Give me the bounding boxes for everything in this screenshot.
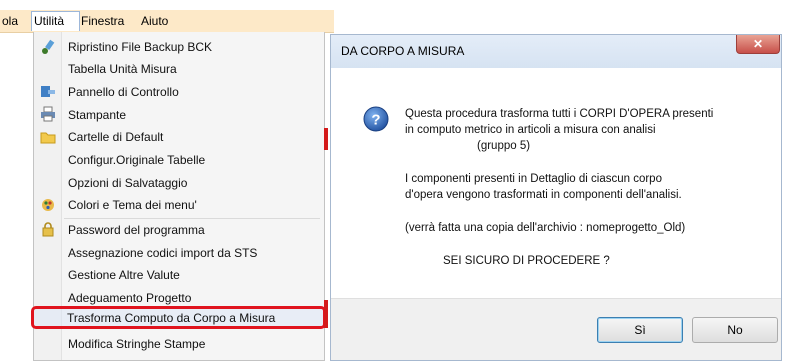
menu-item-password[interactable]: Password del programma xyxy=(68,219,205,241)
menu-item-colori-tema[interactable]: Colori e Tema dei menu' xyxy=(68,194,197,216)
close-button[interactable]: ✕ xyxy=(736,35,780,54)
yes-button[interactable]: Sì xyxy=(597,317,683,343)
restore-icon xyxy=(42,39,55,54)
palette-icon xyxy=(42,199,54,211)
menu-bar: ola Utilità Finestra Aiuto xyxy=(0,10,334,33)
no-button[interactable]: No xyxy=(692,317,778,343)
menu-item-ripristino-backup[interactable]: Ripristino File Backup BCK xyxy=(68,36,212,58)
control-panel-icon xyxy=(41,86,55,97)
menu-item-trasforma-computo[interactable]: Trasforma Computo da Corpo a Misura xyxy=(67,309,275,327)
menu-item-assegnazione-codici[interactable]: Assegnazione codici import da STS xyxy=(68,242,257,264)
folder-icon xyxy=(40,132,56,144)
dialog-message-line: d'opera vengono trasformati in component… xyxy=(405,189,682,201)
menu-aiuto[interactable]: Aiuto xyxy=(141,12,168,30)
dialog-message-line: (gruppo 5) xyxy=(477,140,531,152)
menu-scuola-partial[interactable]: ola xyxy=(2,12,18,30)
lock-icon xyxy=(42,222,54,237)
menu-item-stampante[interactable]: Stampante xyxy=(68,104,126,126)
menu-utilita[interactable]: Utilità xyxy=(31,11,80,31)
menu-item-pannello-controllo[interactable]: Pannello di Controllo xyxy=(68,81,179,103)
dialog-content: ? Questa procedura trasforma tutti i COR… xyxy=(331,68,781,298)
menu-item-opzioni-salvataggio[interactable]: Opzioni di Salvataggio xyxy=(68,172,187,194)
printer-icon xyxy=(41,106,55,122)
dialog-confirm-question: SEI SICURO DI PROCEDERE ? xyxy=(443,255,610,267)
dialog-message-line: in computo metrico in articoli a misura … xyxy=(405,124,656,136)
dialog-button-bar: Sì No xyxy=(331,298,781,360)
question-icon: ? xyxy=(363,106,389,132)
dialog-title: DA CORPO A MISURA xyxy=(341,44,465,58)
menu-item-cartelle-default[interactable]: Cartelle di Default xyxy=(68,126,163,148)
red-mark xyxy=(324,128,328,150)
dialog-titlebar[interactable]: DA CORPO A MISURA ✕ xyxy=(331,35,781,68)
menu-item-modifica-stringhe-stampe[interactable]: Modifica Stringhe Stampe xyxy=(68,333,205,355)
menu-finestra[interactable]: Finestra xyxy=(81,12,124,30)
svg-text:?: ? xyxy=(371,112,380,129)
dialog-message-line: Questa procedura trasforma tutti i CORPI… xyxy=(405,108,714,120)
confirm-dialog: DA CORPO A MISURA ✕ ? Questa procedura t… xyxy=(330,34,782,361)
close-icon: ✕ xyxy=(752,37,764,51)
dialog-message-line: (verrà fatta una copia dell'archivio : n… xyxy=(405,222,686,234)
menu-item-tabella-unita-misura[interactable]: Tabella Unità Misura xyxy=(68,58,177,80)
menu-item-configur-originale-tabelle[interactable]: Configur.Originale Tabelle xyxy=(68,149,205,171)
dialog-message-line: I componenti presenti in Dettaglio di ci… xyxy=(405,173,662,185)
red-mark xyxy=(324,300,328,328)
menu-item-gestione-valute[interactable]: Gestione Altre Valute xyxy=(68,264,180,286)
